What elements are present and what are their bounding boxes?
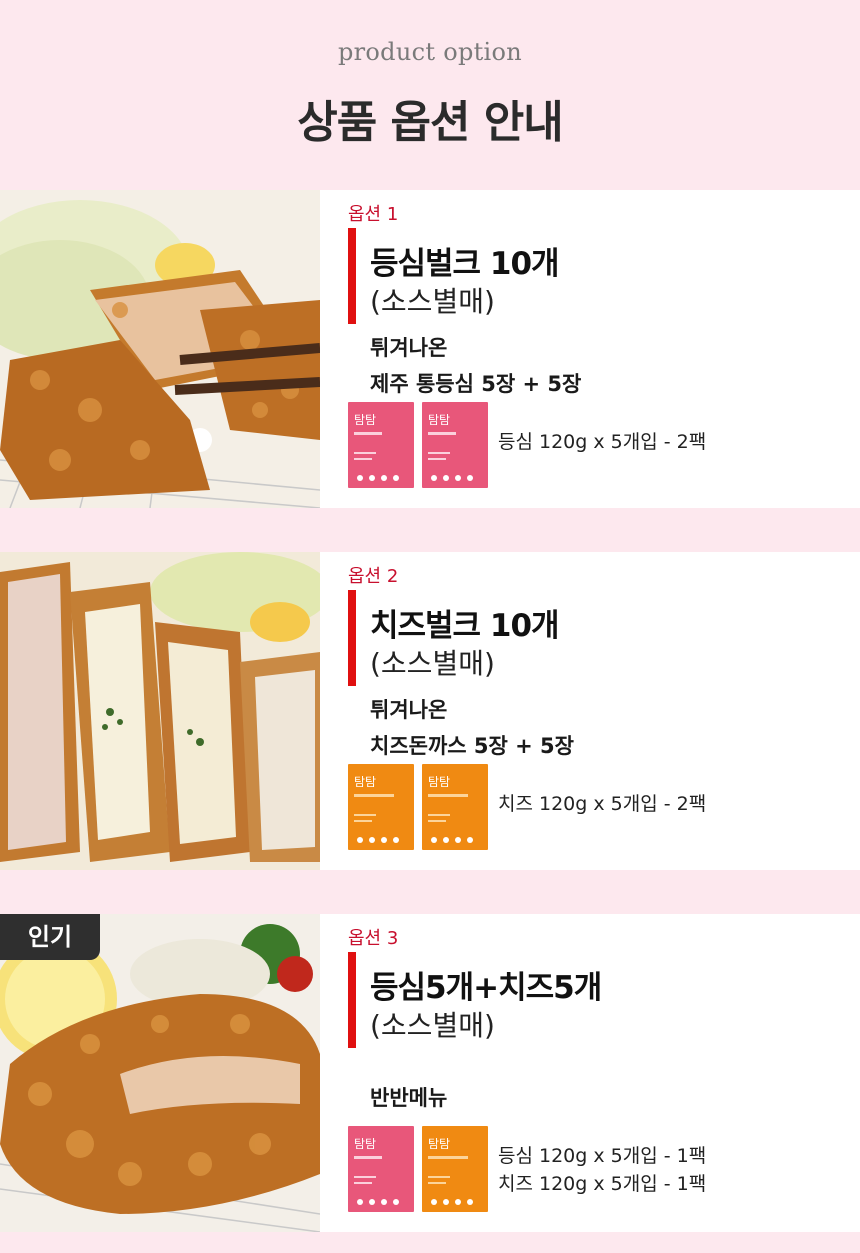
accent-bar (348, 228, 356, 324)
option-card-3[interactable]: 인기 옵션 3 등심5개+치즈5개 (소스별매) 반반메뉴 탐탐 탐탐 등심 1… (0, 914, 860, 1232)
pink-pack-image: 탐탐 (348, 402, 414, 488)
option-desc-line: 반반메뉴 (370, 1086, 448, 1110)
option-info: 옵션 1 등심벌크 10개 (소스별매) 튀겨나온 제주 통등심 5장 + 5장… (320, 190, 860, 508)
pack-brand-text: 탐탐 (354, 413, 376, 427)
pack-brand-text: 탐탐 (428, 413, 450, 427)
page-subtitle: product option (337, 38, 523, 66)
option-number: 옵션 3 (348, 928, 399, 949)
pack-spec: 등심 120g x 5개입 - 2팩 (498, 431, 707, 453)
pink-pack-image: 탐탐 (422, 402, 488, 488)
option-name: 치즈벌크 10개 (370, 608, 560, 644)
option-card-1[interactable]: 옵션 1 등심벌크 10개 (소스별매) 튀겨나온 제주 통등심 5장 + 5장… (0, 190, 860, 508)
half-half-cutlet-photo: 인기 (0, 914, 320, 1232)
pack-spec: 치즈 120g x 5개입 - 1팩 (498, 1173, 707, 1195)
pack-brand-text: 탐탐 (428, 775, 450, 789)
sauce-note: (소스별매) (370, 647, 495, 680)
option-info: 옵션 3 등심5개+치즈5개 (소스별매) 반반메뉴 탐탐 탐탐 등심 120g… (320, 914, 860, 1232)
option-number: 옵션 1 (348, 204, 399, 225)
accent-bar (348, 952, 356, 1048)
option-desc-line: 치즈돈까스 5장 + 5장 (370, 734, 574, 758)
option-desc-line: 튀겨나온 (370, 336, 448, 360)
option-info: 옵션 2 치즈벌크 10개 (소스별매) 튀겨나온 치즈돈까스 5장 + 5장 … (320, 552, 860, 870)
option-card-2[interactable]: 옵션 2 치즈벌크 10개 (소스별매) 튀겨나온 치즈돈까스 5장 + 5장 … (0, 552, 860, 870)
sauce-note: (소스별매) (370, 1009, 495, 1042)
pack-brand-text: 탐탐 (428, 1137, 450, 1151)
option-number: 옵션 2 (348, 566, 399, 587)
option-desc-line: 제주 통등심 5장 + 5장 (370, 372, 582, 396)
pack-spec: 치즈 120g x 5개입 - 2팩 (498, 793, 707, 815)
pack-brand-text: 탐탐 (354, 775, 376, 789)
sauce-note: (소스별매) (370, 285, 495, 318)
page-title: 상품 옵션 안내 (297, 97, 564, 148)
cheese-cutlet-photo (0, 552, 320, 870)
page-header: product option 상품 옵션 안내 (0, 0, 860, 190)
popular-badge: 인기 (0, 914, 100, 960)
accent-bar (348, 590, 356, 686)
option-name: 등심벌크 10개 (370, 246, 560, 282)
pork-cutlet-photo (0, 190, 320, 508)
option-desc-line: 튀겨나온 (370, 698, 448, 722)
pack-brand-text: 탐탐 (354, 1137, 376, 1151)
orange-pack-image: 탐탐 (422, 764, 488, 850)
option-name: 등심5개+치즈5개 (370, 970, 602, 1006)
orange-pack-image: 탐탐 (422, 1126, 488, 1212)
pack-spec: 등심 120g x 5개입 - 1팩 (498, 1145, 707, 1167)
pink-pack-image: 탐탐 (348, 1126, 414, 1212)
orange-pack-image: 탐탐 (348, 764, 414, 850)
